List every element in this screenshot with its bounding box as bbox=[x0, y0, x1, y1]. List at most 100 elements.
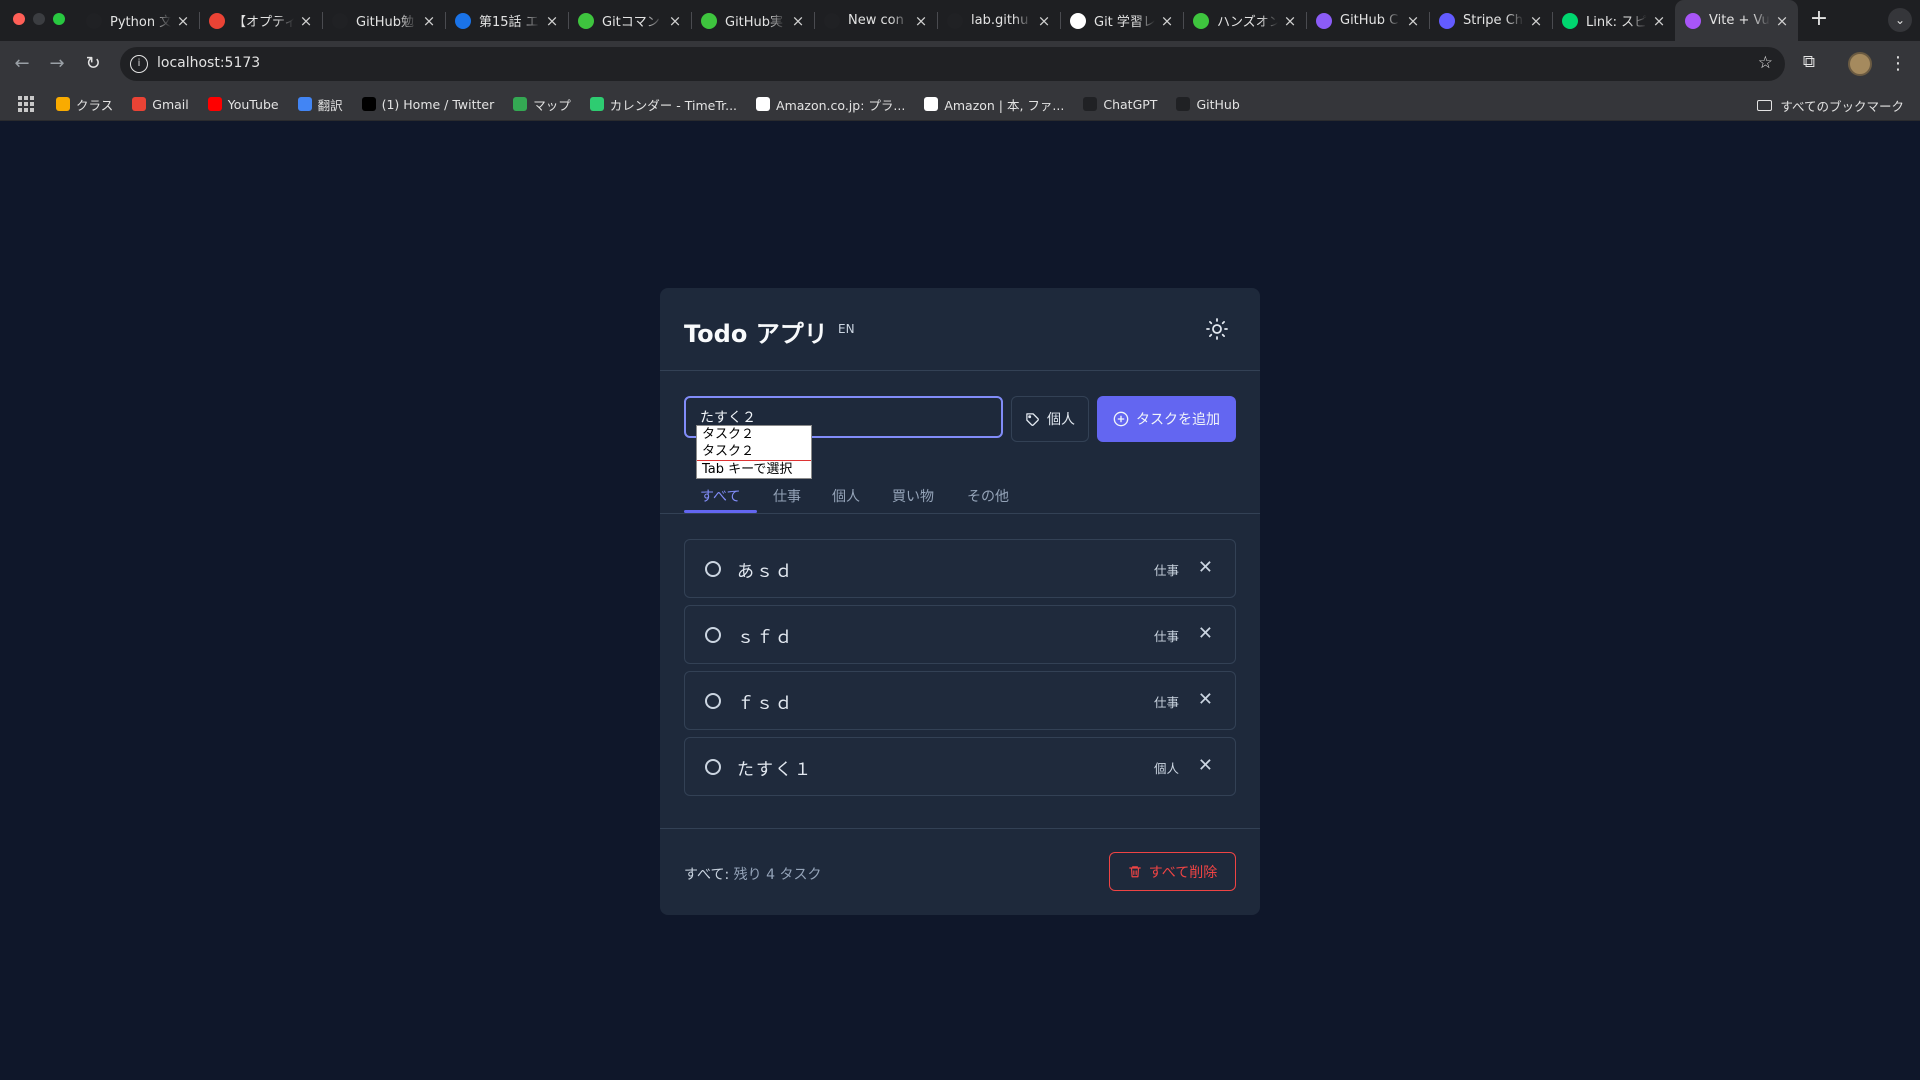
todo-text[interactable]: たすく１ bbox=[737, 755, 813, 780]
extensions-icon[interactable]: ⧉ bbox=[1797, 52, 1821, 76]
bookmark-item[interactable]: Gmail bbox=[132, 96, 189, 112]
category-select-button[interactable]: 個人 bbox=[1011, 396, 1089, 442]
browser-tab[interactable]: Git 学習レ × bbox=[1060, 0, 1183, 41]
todo-text[interactable]: あｓｄ bbox=[737, 557, 794, 582]
autocomplete-option[interactable]: タスク２ bbox=[697, 426, 811, 443]
clear-all-button[interactable]: すべて削除 bbox=[1109, 852, 1236, 891]
browser-tab[interactable]: GitHub勉 × bbox=[322, 0, 445, 41]
browser-tab[interactable]: GitHub C × bbox=[1306, 0, 1429, 41]
browser-tab[interactable]: Vite + Vu × bbox=[1675, 0, 1798, 41]
all-bookmarks-label: すべてのブックマーク bbox=[1780, 99, 1904, 114]
tab-title: GitHub C bbox=[1340, 13, 1399, 28]
maximize-window-button[interactable] bbox=[53, 13, 65, 25]
browser-tab[interactable]: Gitコマン × bbox=[568, 0, 691, 41]
bookmark-item[interactable]: (1) Home / Twitter bbox=[361, 97, 494, 112]
bookmark-item[interactable]: YouTube bbox=[207, 97, 279, 112]
translate-icon bbox=[297, 97, 312, 111]
bookmark-label: マップ bbox=[533, 97, 571, 113]
complete-checkbox[interactable] bbox=[705, 627, 721, 643]
globe-icon bbox=[947, 12, 963, 29]
close-icon[interactable]: × bbox=[1651, 12, 1667, 30]
reload-icon[interactable]: ↻ bbox=[81, 52, 105, 76]
bookmark-item[interactable]: Amazon.co.jp: プラ... bbox=[756, 95, 905, 114]
complete-checkbox[interactable] bbox=[705, 759, 721, 775]
close-window-button[interactable] bbox=[13, 13, 25, 25]
browser-tab[interactable]: New con × bbox=[814, 0, 937, 41]
forward-icon[interactable]: → bbox=[45, 52, 69, 76]
bookmark-item[interactable]: GitHub bbox=[1176, 97, 1240, 112]
bookmark-label: Gmail bbox=[152, 96, 189, 112]
close-icon[interactable]: × bbox=[298, 12, 314, 30]
browser-tab[interactable]: Python 文 × bbox=[76, 0, 199, 41]
browser-tab[interactable]: 【オプティ × bbox=[199, 0, 322, 41]
bookmark-item[interactable]: クラス bbox=[56, 95, 113, 114]
browser-tabs: Python 文 × 【オプティ × GitHub勉 × 第15話 エ × Gitコマン × Git… bbox=[76, 0, 1798, 41]
all-bookmarks-button[interactable]: すべてのブックマーク bbox=[1757, 96, 1904, 115]
browser-menu-icon[interactable]: ⋮ bbox=[1888, 52, 1908, 76]
close-icon[interactable]: × bbox=[175, 12, 191, 30]
bookmark-item[interactable]: マップ bbox=[513, 95, 571, 114]
language-toggle-button[interactable]: EN bbox=[838, 322, 855, 336]
close-icon[interactable]: × bbox=[1528, 12, 1544, 30]
bookmark-item[interactable]: ChatGPT bbox=[1083, 97, 1157, 112]
complete-checkbox[interactable] bbox=[705, 693, 721, 709]
minimize-window-button[interactable] bbox=[33, 13, 45, 25]
tab-other[interactable]: その他 bbox=[967, 486, 1009, 506]
delete-icon[interactable]: ✕ bbox=[1198, 557, 1213, 578]
bookmark-item[interactable]: カレンダー - TimeTr... bbox=[589, 95, 737, 114]
profile-avatar[interactable] bbox=[1848, 52, 1872, 76]
autocomplete-dropdown: タスク２ タスク２ Tab キーで選択 bbox=[696, 425, 812, 479]
tab-title: Link: スピ bbox=[1586, 15, 1647, 30]
close-icon[interactable]: × bbox=[1036, 12, 1052, 30]
todo-text[interactable]: ｓｆｄ bbox=[737, 623, 794, 648]
back-icon[interactable]: ← bbox=[10, 52, 34, 76]
tab-search-button[interactable]: ⌄ bbox=[1888, 8, 1912, 32]
remaining-count: すべて: 残り 4 タスク bbox=[684, 864, 821, 884]
browser-tab[interactable]: ハンズオン × bbox=[1183, 0, 1306, 41]
delete-icon[interactable]: ✕ bbox=[1198, 623, 1213, 644]
tab-title: Git 学習レ bbox=[1094, 15, 1155, 30]
browser-tab[interactable]: GitHub実 × bbox=[691, 0, 814, 41]
add-task-button[interactable]: タスクを追加 bbox=[1097, 396, 1236, 442]
browser-tab[interactable]: Stripe Ch × bbox=[1429, 0, 1552, 41]
tab-title: GitHub実 bbox=[725, 15, 784, 30]
tab-title: Gitコマン bbox=[602, 15, 660, 30]
browser-tab[interactable]: lab.githu × bbox=[937, 0, 1060, 41]
bookmark-label: 翻訳 bbox=[317, 97, 343, 113]
delete-icon[interactable]: ✕ bbox=[1198, 755, 1213, 776]
delete-icon[interactable]: ✕ bbox=[1198, 689, 1213, 710]
todo-text[interactable]: ｆｓｄ bbox=[737, 689, 794, 714]
divider bbox=[660, 513, 1260, 514]
tab-personal[interactable]: 個人 bbox=[832, 486, 860, 506]
tab-all[interactable]: すべて bbox=[700, 486, 740, 506]
divider bbox=[660, 828, 1260, 829]
browser-tab[interactable]: Link: スピ × bbox=[1552, 0, 1675, 41]
complete-checkbox[interactable] bbox=[705, 561, 721, 577]
tab-shopping[interactable]: 買い物 bbox=[892, 486, 934, 506]
close-icon[interactable]: × bbox=[790, 12, 806, 30]
close-icon[interactable]: × bbox=[544, 12, 560, 30]
autocomplete-option[interactable]: タスク２ bbox=[697, 443, 811, 460]
bookmark-star-icon[interactable]: ☆ bbox=[1758, 53, 1773, 73]
todo-card: Todo アプリ EN 個人 タスクを追加 すべて 仕事 個人 買い物 その他 bbox=[660, 288, 1260, 915]
github-icon bbox=[824, 12, 840, 29]
bookmark-item[interactable]: 翻訳 bbox=[297, 95, 343, 114]
close-icon[interactable]: × bbox=[1282, 12, 1298, 30]
close-icon[interactable]: × bbox=[913, 12, 929, 30]
apps-grid-icon[interactable] bbox=[18, 96, 34, 112]
close-icon[interactable]: × bbox=[1159, 12, 1175, 30]
address-bar[interactable]: i localhost:5173 ☆ bbox=[120, 47, 1785, 81]
browser-tab[interactable]: 第15話 エ × bbox=[445, 0, 568, 41]
new-tab-button[interactable]: + bbox=[1807, 8, 1831, 32]
todo-category-badge: 仕事 bbox=[1153, 563, 1179, 578]
close-icon[interactable]: × bbox=[667, 12, 683, 30]
close-icon[interactable]: × bbox=[1774, 12, 1790, 30]
tab-work[interactable]: 仕事 bbox=[773, 486, 801, 506]
url-text[interactable]: localhost:5173 bbox=[157, 55, 260, 71]
close-icon[interactable]: × bbox=[1405, 12, 1421, 30]
bookmark-item[interactable]: Amazon | 本, ファ... bbox=[924, 95, 1064, 114]
list-item: あｓｄ 仕事 ✕ bbox=[684, 539, 1236, 598]
sun-icon[interactable] bbox=[1205, 317, 1229, 341]
site-info-icon[interactable]: i bbox=[130, 55, 148, 73]
close-icon[interactable]: × bbox=[421, 12, 437, 30]
